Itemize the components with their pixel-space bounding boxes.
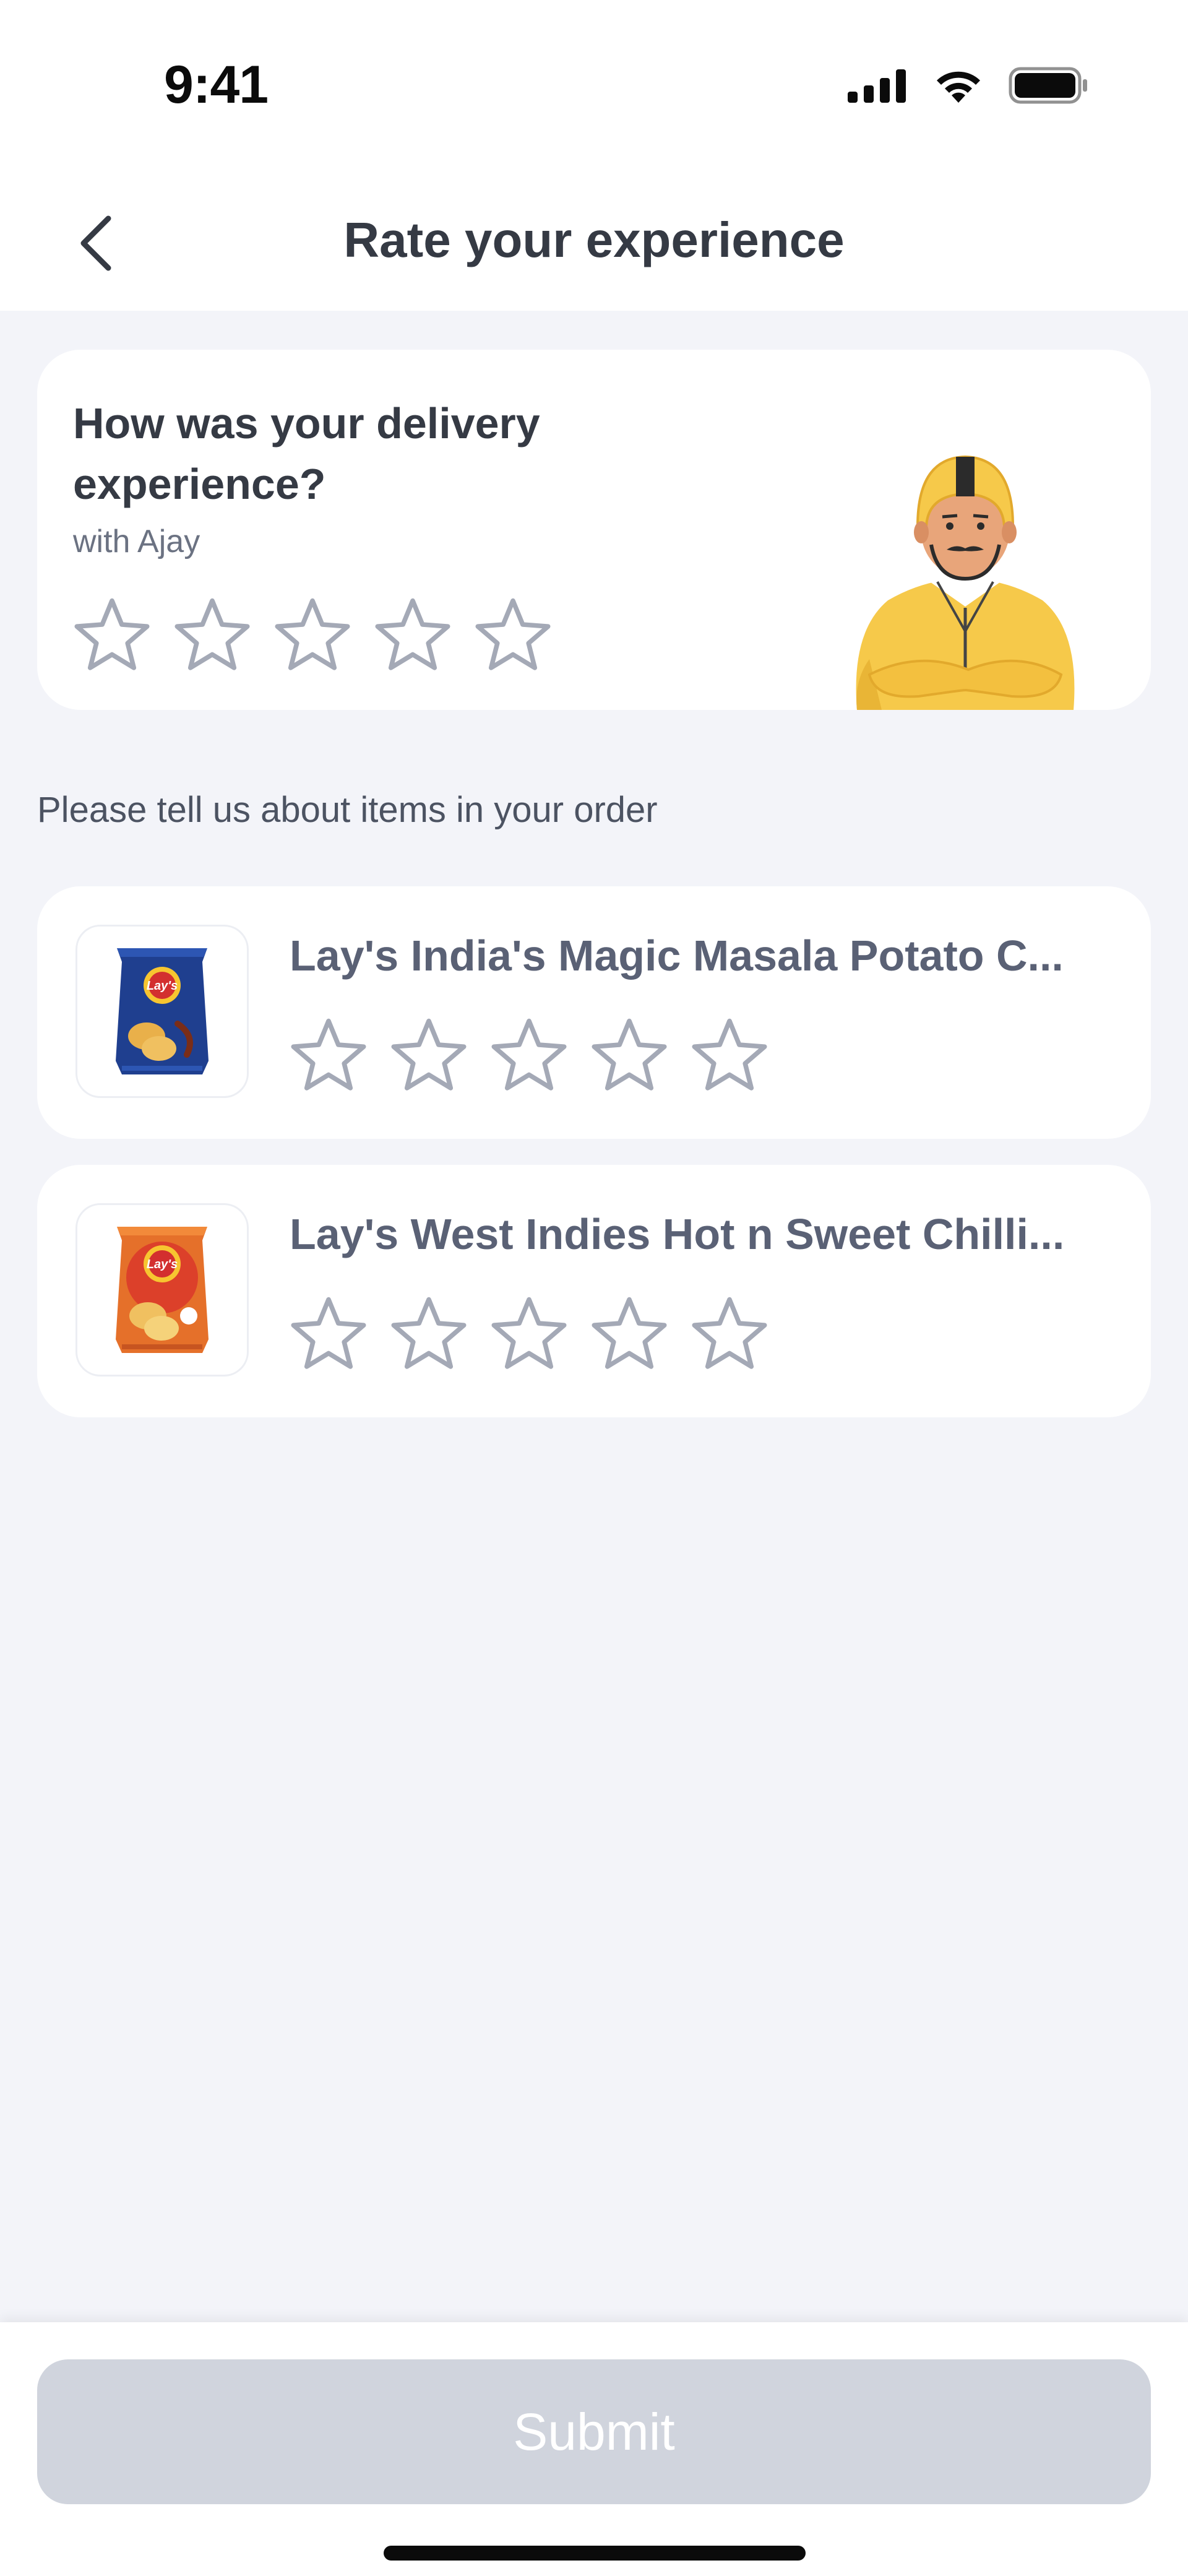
star-icon[interactable] [691, 1016, 768, 1094]
item-star-rating [290, 1016, 768, 1094]
submit-button[interactable]: Submit [37, 2359, 1151, 2504]
chips-pack-image: Lay's [116, 1227, 209, 1353]
star-icon[interactable] [73, 596, 151, 674]
star-icon[interactable] [691, 1295, 768, 1373]
battery-icon [1009, 67, 1089, 107]
status-time: 9:41 [164, 55, 269, 115]
star-icon[interactable] [374, 596, 452, 674]
star-icon[interactable] [590, 1016, 668, 1094]
item-name: Lay's India's Magic Masala Potato C... [290, 931, 1064, 980]
svg-text:Lay's: Lay's [147, 979, 178, 993]
star-icon[interactable] [590, 1295, 668, 1373]
star-icon[interactable] [490, 1295, 568, 1373]
star-icon[interactable] [273, 596, 351, 674]
page-title: Rate your experience [343, 212, 845, 267]
item-rating-card: Lay's Lay's India's Magic Masala Potato … [37, 886, 1151, 1139]
delivery-star-rating [73, 596, 552, 674]
delivery-rating-card: How was your delivery experience? with A… [37, 350, 1151, 710]
bottom-action-bar: Submit [0, 2322, 1188, 2576]
item-star-rating [290, 1295, 768, 1373]
chips-pack-image: Lay's [116, 948, 209, 1074]
wifi-icon [933, 67, 984, 107]
status-icons [848, 67, 1089, 107]
star-icon[interactable] [474, 596, 552, 674]
delivery-partner-name: with Ajay [73, 524, 200, 560]
svg-text:Lay's: Lay's [147, 1258, 178, 1271]
star-icon[interactable] [290, 1295, 368, 1373]
item-name: Lay's West Indies Hot n Sweet Chilli... [290, 1210, 1065, 1258]
app-header: Rate your experience [0, 179, 1188, 311]
star-icon[interactable] [390, 1016, 468, 1094]
delivery-question: How was your delivery experience? [73, 399, 540, 508]
star-icon[interactable] [290, 1016, 368, 1094]
item-thumbnail: Lay's [75, 1203, 249, 1377]
delivery-rider-illustration [856, 455, 1075, 710]
items-section-label: Please tell us about items in your order [37, 790, 658, 830]
item-rating-card: Lay's Lay's West Indies Hot n Sweet Chil… [37, 1165, 1151, 1417]
star-icon[interactable] [490, 1016, 568, 1094]
item-thumbnail: Lay's [75, 925, 249, 1098]
status-bar: 9:41 [0, 0, 1188, 179]
home-indicator [384, 2546, 806, 2561]
star-icon[interactable] [173, 596, 251, 674]
cellular-signal-icon [848, 68, 908, 106]
star-icon[interactable] [390, 1295, 468, 1373]
